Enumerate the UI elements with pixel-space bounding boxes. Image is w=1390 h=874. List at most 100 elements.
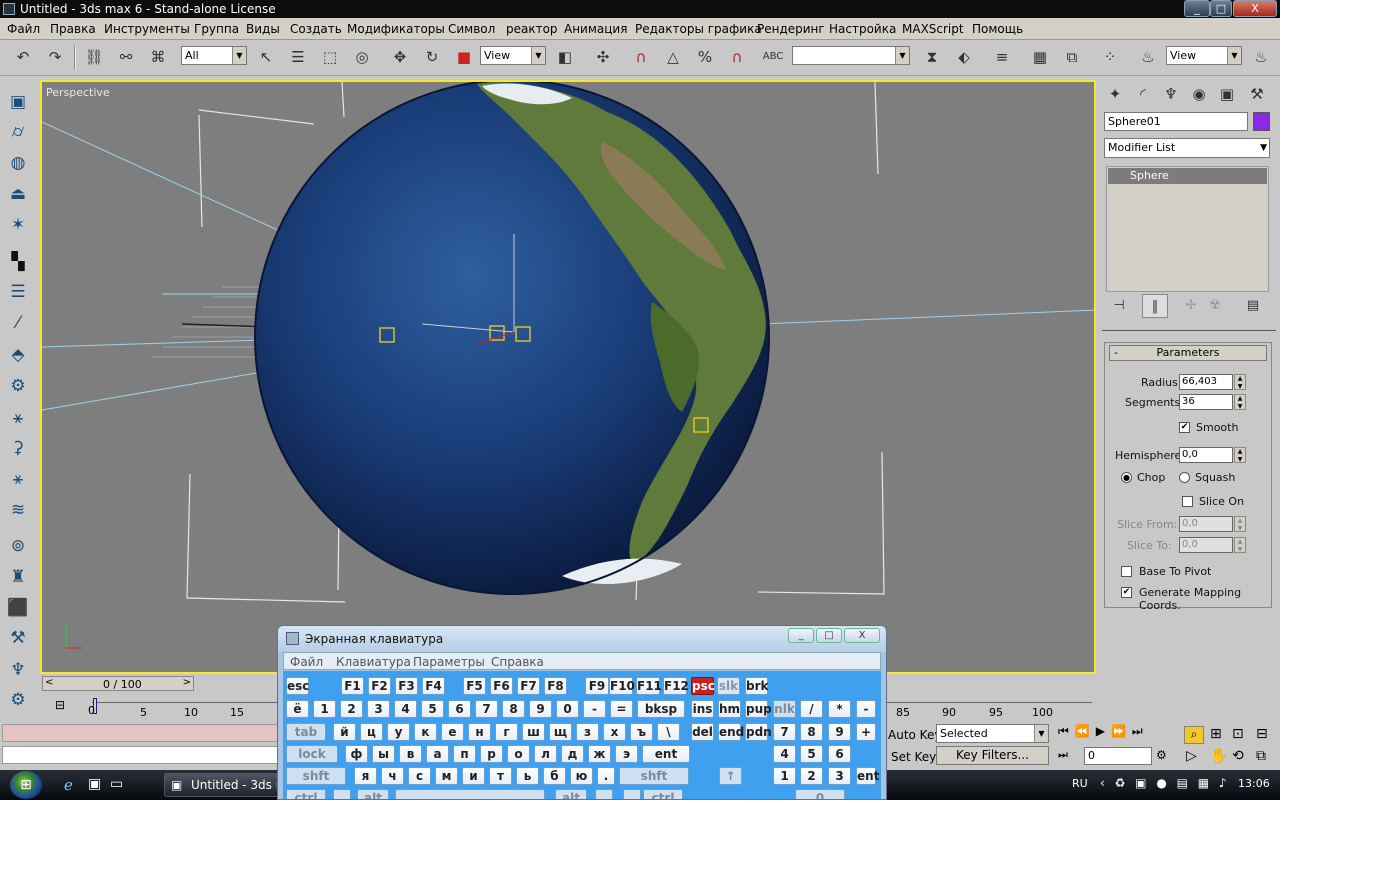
- spinner-arrows-icon[interactable]: ▲ ▼: [1234, 447, 1246, 463]
- modify-tab-icon[interactable]: ◜: [1130, 82, 1156, 106]
- osk-key[interactable]: F5: [463, 677, 486, 695]
- maxscript-listener-pink[interactable]: [2, 724, 278, 742]
- osk-menu-key[interactable]: [623, 789, 641, 799]
- osk-key[interactable]: psc: [691, 677, 715, 695]
- auto-key-button[interactable]: Auto Key: [888, 728, 941, 742]
- osk-key[interactable]: nlk: [773, 700, 796, 718]
- osk-key[interactable]: F4: [422, 677, 445, 695]
- osk-key[interactable]: ctrl: [643, 789, 683, 799]
- layer-manager-icon[interactable]: ≡: [991, 46, 1013, 68]
- osk-key[interactable]: о: [507, 745, 530, 763]
- pin-stack-icon[interactable]: ⊣: [1106, 294, 1132, 318]
- layers-icon[interactable]: ☰: [6, 280, 30, 304]
- hemisphere-spinner[interactable]: 0,0 ▲ ▼: [1179, 447, 1246, 463]
- osk-title-bar[interactable]: Экранная клавиатура _ □ X: [278, 626, 886, 652]
- checker-icon[interactable]: ▚: [6, 250, 30, 274]
- modifier-list-dropdown[interactable]: Modifier List ▼: [1104, 138, 1270, 158]
- select-link-icon[interactable]: ⛓: [83, 46, 105, 68]
- osk-key[interactable]: pdn: [745, 723, 772, 741]
- osk-key[interactable]: л: [534, 745, 557, 763]
- named-selection-dropdown[interactable]: ▼: [792, 46, 910, 65]
- osk-key[interactable]: 4: [773, 745, 796, 763]
- osk-key[interactable]: д: [561, 745, 584, 763]
- osk-key[interactable]: esc: [286, 677, 309, 695]
- perspective-viewport[interactable]: Perspective: [40, 80, 1096, 674]
- object-color-swatch[interactable]: [1253, 112, 1270, 131]
- key-mode-toggle-icon[interactable]: ⏭: [1058, 748, 1068, 762]
- wave-icon[interactable]: ≋: [6, 498, 30, 522]
- zoom-all-icon[interactable]: ⊞: [1210, 726, 1222, 742]
- osk-key[interactable]: щ: [549, 723, 572, 741]
- spinner-arrows-icon[interactable]: ▲ ▼: [1234, 394, 1246, 410]
- tray-icons[interactable]: ‹ ♻ ▣ ● ▤ ▦ ♪: [1100, 776, 1230, 790]
- osk-key[interactable]: 3: [367, 700, 390, 718]
- ring-icon[interactable]: ⊚: [6, 534, 30, 558]
- osk-menu-help[interactable]: Справка: [491, 655, 544, 669]
- snap-3d-icon[interactable]: ∩: [630, 46, 652, 68]
- utility-icon[interactable]: ♆: [6, 658, 30, 682]
- zoom-extents-all-icon[interactable]: ⊟: [1256, 726, 1268, 742]
- maximize-button[interactable]: □: [1210, 0, 1232, 17]
- modifier-stack[interactable]: Sphere: [1106, 166, 1269, 292]
- osk-key[interactable]: F9: [585, 677, 609, 695]
- show-end-result-icon[interactable]: ‖: [1142, 294, 1168, 318]
- osk-key[interactable]: ent: [642, 745, 690, 763]
- osk-key[interactable]: 9: [828, 723, 851, 741]
- curve-editor-icon[interactable]: ▦: [1029, 46, 1051, 68]
- osk-key[interactable]: F6: [490, 677, 513, 695]
- parameters-rollout-header[interactable]: - Parameters: [1109, 345, 1267, 361]
- create-box-icon[interactable]: ▣: [6, 90, 30, 114]
- osk-key[interactable]: 3: [828, 767, 851, 785]
- wand-icon[interactable]: ⚹: [6, 406, 30, 430]
- gear-icon[interactable]: ⚙: [6, 374, 30, 398]
- osk-key[interactable]: *: [828, 700, 851, 718]
- mirror-icon[interactable]: ⧗: [921, 46, 943, 68]
- osk-key[interactable]: hm: [718, 700, 741, 718]
- osk-key[interactable]: ь: [516, 767, 539, 785]
- start-button[interactable]: ⊞: [10, 771, 42, 799]
- render-scene-icon[interactable]: ♨: [1137, 46, 1159, 68]
- create-star-icon[interactable]: ✶: [6, 213, 30, 237]
- osk-key[interactable]: х: [603, 723, 626, 741]
- osk-key[interactable]: ins: [691, 700, 714, 718]
- osk-key[interactable]: 8: [502, 700, 525, 718]
- osk-key[interactable]: з: [576, 723, 599, 741]
- osk-menu-keyboard[interactable]: Клавиатура: [336, 655, 411, 669]
- osk-close-button[interactable]: X: [844, 628, 880, 643]
- squash-radio[interactable]: [1179, 472, 1190, 483]
- osk-key[interactable]: ю: [570, 767, 593, 785]
- stack-item-sphere[interactable]: Sphere: [1108, 168, 1267, 184]
- osk-key[interactable]: F11: [636, 677, 662, 695]
- maxscript-listener-white[interactable]: [2, 746, 278, 764]
- osk-key[interactable]: F2: [368, 677, 391, 695]
- osk-key[interactable]: brk: [745, 677, 769, 695]
- osk-key[interactable]: н: [468, 723, 491, 741]
- spinner-arrows-icon[interactable]: ▲ ▼: [1234, 537, 1246, 553]
- osk-key[interactable]: bksp: [637, 700, 685, 718]
- osk-key[interactable]: 7: [773, 723, 796, 741]
- osk-key[interactable]: =: [610, 700, 633, 718]
- osk-key[interactable]: 0: [795, 789, 845, 799]
- key-filters-button[interactable]: Key Filters...: [936, 746, 1049, 765]
- minimize-button[interactable]: _: [1184, 0, 1210, 17]
- osk-key[interactable]: .: [597, 767, 615, 785]
- zoom-icon[interactable]: ⌕: [1184, 726, 1204, 744]
- osk-key[interactable]: slk: [717, 677, 740, 695]
- set-key-button[interactable]: Set Key: [891, 750, 936, 764]
- osk-key[interactable]: 2: [340, 700, 363, 718]
- osk-win-key-right[interactable]: [595, 789, 613, 799]
- menu-group[interactable]: Группа: [194, 22, 239, 36]
- radius-spinner[interactable]: 66,403 ▲ ▼: [1179, 374, 1246, 390]
- shape-icon[interactable]: ⬛: [6, 596, 30, 620]
- menu-views[interactable]: Виды: [246, 22, 280, 36]
- osk-key[interactable]: F10: [609, 677, 635, 695]
- osk-key[interactable]: 5: [421, 700, 444, 718]
- osk-key[interactable]: 1: [773, 767, 796, 785]
- smooth-checkbox[interactable]: ✔: [1179, 422, 1190, 433]
- taskbar-item-3dsmax[interactable]: ▣ Untitled - 3ds m: [164, 773, 284, 797]
- osk-minimize-button[interactable]: _: [788, 628, 814, 643]
- osk-key[interactable]: ц: [360, 723, 383, 741]
- explorer-icon[interactable]: ▣: [88, 776, 101, 792]
- osk-key[interactable]: е: [441, 723, 464, 741]
- slice-from-spinner[interactable]: 0,0 ▲ ▼: [1179, 516, 1246, 532]
